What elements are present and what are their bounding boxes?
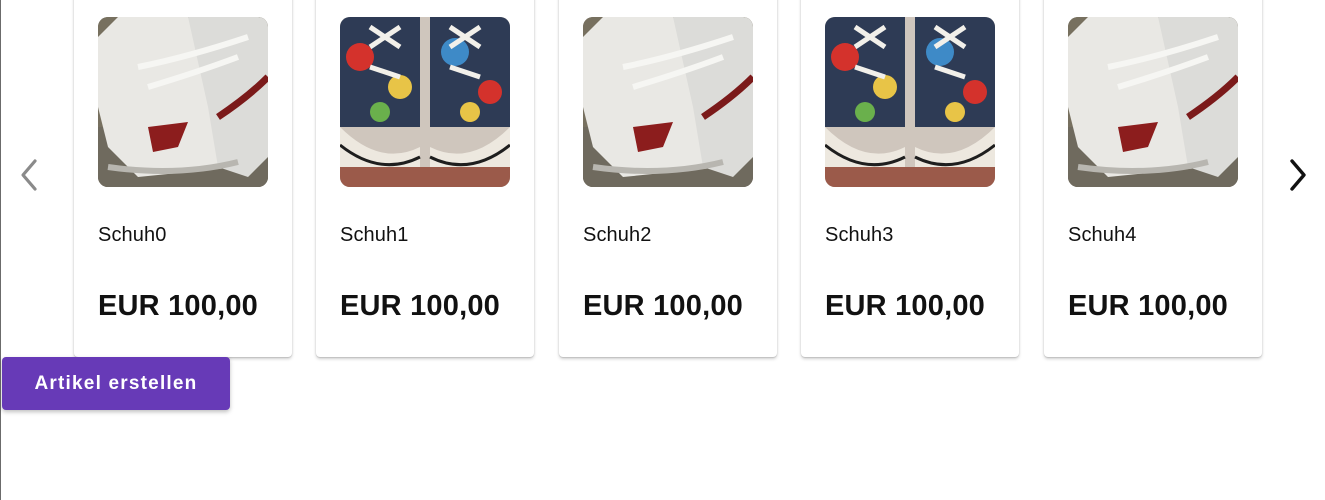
product-title: Schuh2 <box>583 224 652 246</box>
chevron-right-icon <box>1290 159 1306 191</box>
product-image <box>583 17 753 187</box>
product-image <box>825 17 995 187</box>
product-price: EUR 100,00 <box>98 290 258 322</box>
product-price: EUR 100,00 <box>340 290 500 322</box>
carousel-next-button[interactable] <box>1278 155 1318 195</box>
product-image <box>1068 17 1238 187</box>
product-title: Schuh3 <box>825 224 894 246</box>
product-card[interactable]: Schuh2 EUR 100,00 <box>559 0 777 357</box>
product-card[interactable]: Schuh1 EUR 100,00 <box>316 0 534 357</box>
product-price: EUR 100,00 <box>825 290 985 322</box>
create-article-button[interactable]: Artikel erstellen <box>2 357 230 410</box>
product-card[interactable]: Schuh0 EUR 100,00 <box>74 0 292 357</box>
product-carousel: Schuh0 EUR 100,00 Schuh1 EUR 100,00 Schu… <box>1 0 1325 360</box>
product-title: Schuh0 <box>98 224 167 246</box>
product-card[interactable]: Schuh4 EUR 100,00 <box>1044 0 1262 357</box>
product-image <box>340 17 510 187</box>
product-image <box>98 17 268 187</box>
product-title: Schuh4 <box>1068 224 1137 246</box>
product-title: Schuh1 <box>340 224 409 246</box>
product-price: EUR 100,00 <box>1068 290 1228 322</box>
chevron-left-icon <box>21 159 37 191</box>
carousel-prev-button[interactable] <box>9 155 49 195</box>
page: Schuh0 EUR 100,00 Schuh1 EUR 100,00 Schu… <box>0 0 1325 500</box>
product-price: EUR 100,00 <box>583 290 743 322</box>
product-card[interactable]: Schuh3 EUR 100,00 <box>801 0 1019 357</box>
